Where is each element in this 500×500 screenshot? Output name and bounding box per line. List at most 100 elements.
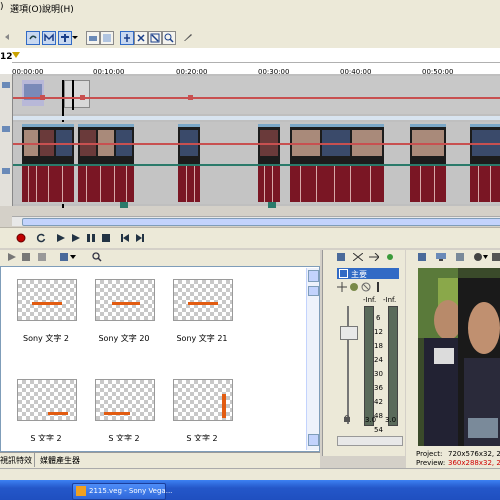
record-icon[interactable]	[16, 233, 26, 245]
audio-clip[interactable]	[258, 166, 280, 202]
auto-ripple-icon[interactable]	[86, 31, 100, 45]
audio-fade-handle[interactable]	[268, 202, 276, 208]
audio-clip[interactable]	[178, 166, 200, 202]
text-preset-thumbnail[interactable]	[173, 279, 233, 321]
search-icon[interactable]	[92, 252, 102, 264]
snapping-dropdown-icon[interactable]	[71, 31, 78, 43]
mixer-add-icon[interactable]	[385, 253, 395, 263]
zoom-tool-icon[interactable]	[162, 31, 176, 45]
meter-scale-label: 18	[374, 342, 383, 350]
audio-clip[interactable]	[22, 166, 74, 202]
media-panel-scrollbar[interactable]	[306, 268, 319, 450]
mixer-toolbar	[325, 250, 401, 264]
taskbar-app-label: 2115.veg - Sony Vega...	[89, 487, 173, 495]
view-mode-icon[interactable]	[60, 252, 76, 264]
preview-quality-icon[interactable]	[474, 253, 488, 263]
text-preset-thumbnail[interactable]	[17, 379, 77, 421]
mixer-solo-icon[interactable]	[361, 282, 371, 294]
menu-item-partial[interactable]: )	[0, 2, 4, 12]
ruler-marker-label: 12	[0, 52, 13, 62]
transport-bar	[0, 227, 500, 248]
trim-start-icon[interactable]	[134, 31, 148, 45]
auto-preview-icon[interactable]	[38, 253, 46, 263]
envelope-point[interactable]	[80, 95, 85, 100]
scroll-down-icon[interactable]	[308, 434, 319, 446]
menu-bar: ) 選項(O) 說明(H)	[0, 0, 500, 15]
audio-clip[interactable]	[410, 166, 446, 202]
mixer-info-icon[interactable]	[375, 282, 381, 294]
external-monitor-icon[interactable]	[436, 253, 446, 263]
text-preset-thumbnail[interactable]	[173, 379, 233, 421]
play-icon[interactable]	[71, 233, 81, 245]
mixer-mute-icon[interactable]	[349, 282, 359, 294]
timeline-scrollbar[interactable]	[12, 216, 500, 226]
text-preset-thumbnail[interactable]	[17, 279, 77, 321]
meter-scale-label: 12	[374, 328, 383, 336]
video-envelope-line[interactable]	[12, 143, 500, 145]
timeline-ruler[interactable]: 12 00:00:00 00:10:00 00:20:00 00:30:00 0…	[0, 48, 500, 76]
master-bus-header[interactable]: 主要	[337, 268, 399, 279]
scrollbar-thumb[interactable]	[22, 218, 500, 226]
meter-value-left: 3.0	[365, 416, 377, 424]
loop-icon[interactable]	[36, 233, 46, 245]
volume-fader-handle[interactable]	[340, 326, 358, 340]
media-generators-panel: Sony 文字 2 Sony 文字 20 Sony 文字 21 S 文字 2 S…	[0, 266, 320, 452]
pause-icon[interactable]	[86, 233, 96, 245]
stop-preview-icon[interactable]	[22, 253, 30, 263]
text-preset-thumbnail[interactable]	[95, 379, 155, 421]
split-tool-icon[interactable]	[120, 31, 134, 45]
mixer-fx-icon[interactable]	[352, 252, 364, 263]
snapping-icon[interactable]	[58, 31, 72, 45]
audio-clip[interactable]	[470, 166, 500, 202]
preview-fx-icon[interactable]	[456, 253, 464, 263]
preview-properties-icon[interactable]	[418, 253, 426, 263]
preset-label: S 文字 2	[186, 434, 218, 441]
text-clip[interactable]	[22, 80, 44, 106]
text-clip[interactable]	[64, 80, 90, 108]
level-meter-right	[388, 306, 398, 426]
preset-label: Sony 文字 20	[98, 334, 150, 343]
scroll-up-icon[interactable]	[308, 270, 319, 282]
mixer-insert-fx-icon[interactable]	[337, 282, 347, 294]
tab-media-generators[interactable]: 媒體產生器	[40, 455, 80, 466]
audio-fade-handle[interactable]	[120, 202, 128, 208]
undo-icon[interactable]	[2, 31, 14, 43]
playhead-marker-icon[interactable]	[12, 52, 20, 62]
play-from-start-icon[interactable]	[56, 233, 66, 245]
mixer-scrollbar[interactable]	[337, 436, 403, 446]
timeline-tracks[interactable]	[0, 74, 500, 208]
mixer-properties-icon[interactable]	[337, 253, 345, 263]
taskbar-app-button[interactable]: 2115.veg - Sony Vega...	[72, 483, 172, 500]
overlays-icon[interactable]	[492, 253, 500, 263]
preview-value: 360x288x32, 2	[448, 459, 500, 467]
envelope-point[interactable]	[188, 95, 193, 100]
scrollbar-thumb[interactable]	[308, 286, 319, 296]
project-value: 720x576x32, 2	[448, 450, 500, 458]
mixer-route-icon[interactable]	[369, 252, 380, 263]
go-to-end-icon[interactable]	[135, 233, 145, 245]
stop-icon[interactable]	[101, 233, 111, 245]
cursor-line	[72, 80, 74, 110]
envelope-tool-icon[interactable]	[42, 31, 56, 45]
play-preview-icon[interactable]	[8, 253, 16, 263]
normal-edit-tool-icon[interactable]	[26, 31, 40, 45]
master-mixer: 主要 -Inf. -Inf. 6 12 18 24 30 36 42 48 54…	[322, 250, 405, 456]
meter-scale-label: 54	[374, 426, 383, 434]
properties-icon[interactable]	[182, 31, 194, 43]
go-to-start-icon[interactable]	[120, 233, 130, 245]
meter-scale-label: 42	[374, 398, 383, 406]
opacity-envelope-line[interactable]	[12, 97, 500, 99]
fader-lock-icon[interactable]	[343, 414, 351, 424]
envelope-point[interactable]	[40, 95, 45, 100]
preset-label: Sony 文字 21	[176, 334, 228, 343]
preset-label: Sony 文字 2	[23, 334, 69, 343]
preset-label: S 文字 2	[30, 434, 62, 441]
meter-scale-label: 30	[374, 370, 383, 378]
audio-clip[interactable]	[290, 166, 384, 202]
trim-end-icon[interactable]	[148, 31, 162, 45]
meter-scale-label: 24	[374, 356, 383, 364]
text-preset-thumbnail[interactable]	[95, 279, 155, 321]
audio-clip[interactable]	[78, 166, 134, 202]
lock-envelopes-icon[interactable]	[100, 31, 114, 45]
tab-video-fx[interactable]: 視訊特效	[0, 455, 32, 466]
